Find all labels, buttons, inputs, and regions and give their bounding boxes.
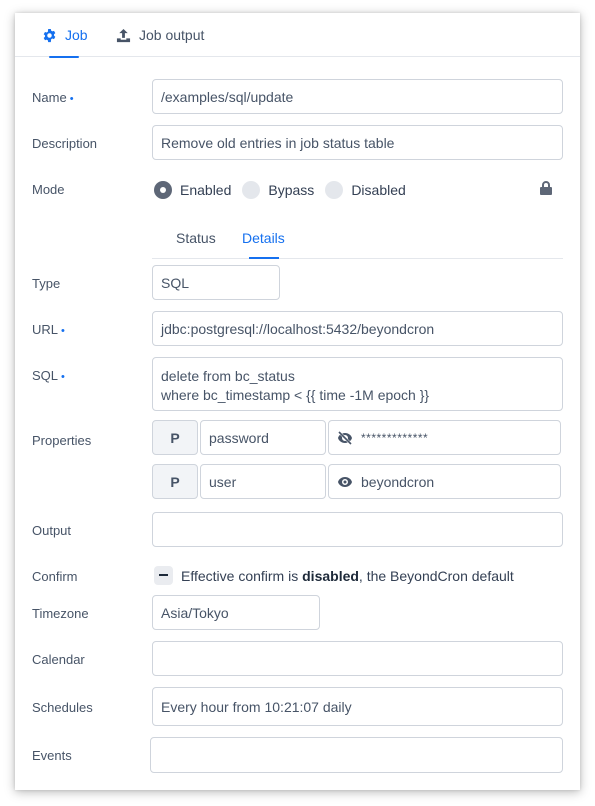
property-value-input[interactable]: beyondcron — [328, 464, 561, 499]
properties-label: Properties — [32, 433, 92, 448]
output-input[interactable] — [152, 512, 563, 547]
mode-radio-disabled[interactable]: Disabled — [325, 181, 406, 199]
mode-disabled-label: Disabled — [351, 182, 406, 198]
confirm-indeterminate-checkbox[interactable] — [154, 566, 173, 585]
sql-label: SQL • — [32, 368, 65, 383]
calendar-input[interactable] — [152, 641, 563, 676]
property-value-text: beyondcron — [361, 473, 435, 490]
confirm-row: Effective confirm is disabled, the Beyon… — [154, 566, 514, 585]
sql-textarea[interactable]: delete from bc_status where bc_timestamp… — [152, 357, 563, 411]
eye-icon[interactable] — [337, 475, 353, 489]
job-editor-card: Job Job output Name • /examples/sql/updat… — [15, 13, 580, 790]
property-key-input[interactable]: user — [200, 464, 326, 499]
required-marker: • — [61, 371, 65, 383]
property-type-button[interactable]: P — [152, 464, 198, 499]
required-marker: • — [61, 325, 65, 337]
schedules-input[interactable]: Every hour from 10:21:07 daily — [152, 687, 563, 726]
mode-bypass-label: Bypass — [268, 182, 315, 198]
top-tab-bar: Job Job output — [15, 13, 580, 58]
radio-indicator — [242, 181, 261, 199]
calendar-label: Calendar — [32, 652, 85, 667]
property-key-input[interactable]: password — [200, 420, 326, 455]
eye-off-icon[interactable] — [337, 430, 353, 445]
name-input[interactable]: /examples/sql/update — [152, 79, 563, 114]
sql-line: delete from bc_status — [161, 368, 295, 384]
mode-enabled-label: Enabled — [180, 182, 232, 198]
url-input[interactable]: jdbc:postgresql://localhost:5432/beyondc… — [152, 311, 563, 346]
confirm-text: Effective confirm is disabled, the Beyon… — [181, 567, 514, 584]
lock-icon[interactable] — [539, 180, 553, 196]
type-label: Type — [32, 276, 61, 291]
tab-details[interactable]: Details — [242, 230, 285, 246]
description-label: Description — [32, 136, 98, 151]
events-input[interactable] — [150, 737, 563, 773]
mode-radio-enabled[interactable]: Enabled — [154, 181, 231, 199]
tab-job-label: Job — [65, 27, 88, 43]
property-value-text: ************* — [361, 430, 429, 445]
events-label: Events — [32, 748, 72, 763]
tab-status[interactable]: Status — [176, 230, 216, 246]
property-type-button[interactable]: P — [152, 420, 198, 455]
schedules-label: Schedules — [32, 700, 93, 715]
type-select[interactable]: SQL — [152, 265, 280, 300]
output-label: Output — [32, 523, 72, 538]
sql-line: where bc_timestamp < {{ time -1M epoch }… — [161, 387, 430, 403]
mode-radio-group: Enabled Bypass Disabled — [154, 179, 417, 201]
url-label: URL • — [32, 322, 65, 337]
timezone-label: Timezone — [32, 606, 89, 621]
tab-job-output[interactable]: Job output — [116, 13, 204, 57]
detail-tab-bar: Status Details — [152, 220, 563, 259]
mode-radio-bypass[interactable]: Bypass — [242, 181, 314, 199]
tab-job-output-label: Job output — [139, 27, 205, 43]
upload-icon — [116, 28, 131, 43]
active-subtab-indicator — [249, 257, 279, 259]
radio-indicator — [325, 181, 344, 199]
timezone-select[interactable]: Asia/Tokyo — [152, 595, 320, 630]
active-tab-indicator — [49, 56, 79, 58]
radio-selected-indicator — [154, 181, 172, 199]
description-input[interactable]: Remove old entries in job status table — [152, 125, 563, 160]
required-marker: • — [69, 93, 74, 105]
property-value-input[interactable]: ************* — [328, 420, 561, 455]
tab-job[interactable]: Job — [42, 13, 88, 58]
mode-label: Mode — [32, 182, 65, 197]
name-label: Name • — [32, 90, 74, 105]
gear-icon — [42, 28, 57, 43]
confirm-label: Confirm — [32, 569, 78, 584]
